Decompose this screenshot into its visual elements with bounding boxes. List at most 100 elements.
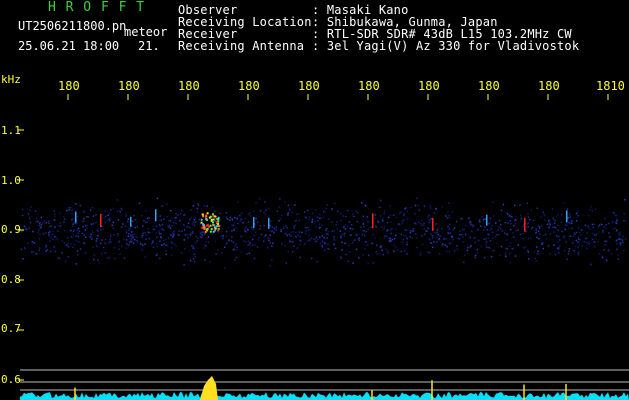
noise-pixel	[595, 233, 598, 236]
noise-pixel	[343, 242, 346, 244]
noise-pixel	[489, 240, 492, 242]
noise-pixel	[345, 242, 347, 245]
noise-pixel	[279, 218, 282, 220]
noise-pixel	[190, 209, 193, 211]
meteor-echo-pixel	[210, 219, 213, 221]
noise-pixel	[237, 222, 239, 225]
noise-pixel	[506, 239, 508, 241]
meteor-echo	[100, 214, 102, 228]
noise-pixel	[494, 236, 497, 238]
noise-pixel	[169, 227, 172, 229]
noise-pixel	[608, 232, 610, 234]
noise-pixel	[383, 212, 385, 215]
noise-pixel	[618, 238, 621, 240]
noise-pixel	[382, 253, 384, 256]
noise-pixel	[265, 209, 267, 211]
noise-pixel	[506, 234, 509, 236]
noise-pixel	[110, 234, 112, 236]
noise-pixel	[605, 223, 607, 226]
noise-pixel	[592, 226, 594, 229]
noise-pixel	[389, 205, 391, 207]
noise-pixel	[179, 213, 182, 215]
noise-pixel	[93, 258, 95, 261]
noise-pixel	[395, 246, 397, 248]
noise-pixel	[45, 250, 47, 252]
noise-pixel	[423, 228, 425, 230]
noise-pixel	[466, 249, 469, 252]
noise-pixel	[117, 233, 119, 235]
noise-pixel	[54, 226, 56, 228]
noise-pixel	[297, 234, 299, 237]
noise-pixel	[404, 229, 406, 231]
noise-pixel	[181, 230, 183, 232]
noise-pixel	[172, 235, 175, 237]
noise-pixel	[577, 254, 580, 256]
noise-pixel	[459, 230, 461, 232]
noise-pixel	[578, 231, 581, 234]
noise-pixel	[597, 225, 600, 228]
meteor-echo-pixel	[215, 221, 218, 224]
noise-pixel	[537, 230, 540, 233]
noise-pixel	[72, 246, 74, 248]
noise-pixel	[172, 241, 174, 244]
noise-pixel	[492, 249, 495, 252]
noise-pixel	[256, 246, 259, 248]
noise-pixel	[119, 253, 121, 255]
noise-pixel	[586, 241, 588, 244]
noise-pixel	[421, 219, 423, 222]
noise-pixel	[366, 216, 369, 218]
noise-pixel	[334, 202, 336, 205]
noise-pixel	[506, 212, 508, 214]
noise-pixel	[263, 224, 265, 227]
noise-pixel	[140, 243, 142, 245]
noise-pixel	[556, 241, 559, 244]
noise-pixel	[400, 233, 402, 236]
noise-pixel	[322, 210, 325, 213]
noise-pixel	[418, 209, 421, 211]
noise-pixel	[577, 236, 580, 239]
noise-pixel	[446, 245, 448, 248]
noise-pixel	[233, 248, 235, 250]
noise-pixel	[423, 205, 425, 207]
noise-pixel	[461, 228, 464, 231]
noise-pixel	[205, 245, 207, 247]
noise-pixel	[507, 222, 509, 224]
noise-pixel	[155, 254, 158, 256]
noise-pixel	[470, 223, 472, 226]
noise-pixel	[73, 221, 76, 224]
noise-pixel	[538, 226, 540, 228]
noise-pixel	[578, 227, 580, 229]
noise-pixel	[99, 242, 102, 245]
noise-pixel	[247, 221, 250, 223]
noise-pixel	[109, 217, 112, 219]
noise-pixel	[407, 218, 409, 220]
noise-pixel	[68, 209, 70, 211]
noise-pixel	[236, 217, 238, 220]
noise-pixel	[255, 217, 257, 220]
noise-pixel	[344, 224, 347, 226]
noise-pixel	[570, 222, 573, 225]
noise-pixel	[294, 235, 297, 238]
noise-pixel	[70, 206, 72, 209]
meteor-echo-pixel	[202, 215, 205, 218]
noise-pixel	[123, 238, 125, 241]
noise-pixel	[393, 238, 396, 240]
noise-pixel	[110, 236, 112, 238]
noise-pixel	[190, 232, 193, 234]
noise-pixel	[514, 218, 517, 221]
noise-pixel	[573, 249, 575, 252]
noise-pixel	[319, 236, 321, 239]
noise-pixel	[603, 249, 605, 251]
noise-pixel	[257, 239, 260, 241]
date-time: 25.06.21 18:00	[18, 39, 120, 53]
noise-pixel	[353, 215, 355, 218]
noise-pixel	[61, 252, 63, 254]
noise-pixel	[38, 238, 41, 240]
noise-pixel	[55, 236, 57, 238]
noise-pixel	[46, 249, 49, 251]
noise-pixel	[151, 239, 154, 242]
noise-pixel	[510, 241, 512, 244]
noise-pixel	[436, 241, 438, 243]
noise-pixel	[616, 248, 618, 251]
noise-pixel	[459, 217, 462, 220]
